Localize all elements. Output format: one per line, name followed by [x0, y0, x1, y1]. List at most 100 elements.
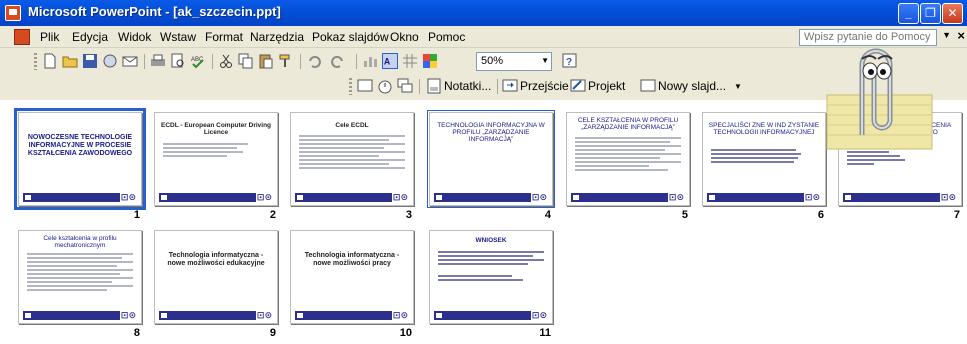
toolbar-grip[interactable]: [34, 53, 37, 70]
toolbar-separator: [419, 79, 420, 94]
slide-number: 4: [544, 209, 551, 221]
slide-number: 9: [269, 327, 276, 339]
cut-icon[interactable]: [218, 53, 234, 69]
slide-number: 8: [133, 327, 140, 339]
chevron-down-icon[interactable]: ▼: [541, 56, 549, 65]
title-bar[interactable]: Microsoft PowerPoint - [ak_szczecin.ppt]…: [0, 0, 967, 26]
document-icon[interactable]: [14, 29, 30, 45]
new-slide-button[interactable]: Nowy slajd...: [658, 79, 726, 93]
notes-icon[interactable]: [426, 78, 442, 94]
document-close-icon[interactable]: ×: [957, 28, 965, 43]
grid-icon[interactable]: [402, 53, 418, 69]
print-icon[interactable]: [150, 53, 166, 69]
design-button[interactable]: Projekt: [588, 79, 625, 93]
menu-okno[interactable]: Okno: [390, 30, 419, 44]
slide-nav-icon: ⊡⊙: [667, 192, 685, 203]
slide-preview[interactable]: SPECJALIŚCI ZNE W IND ZYSTANIE TECHNOLOG…: [702, 112, 826, 206]
slide-nav-icon: ⊡⊙: [803, 192, 821, 203]
summary-slide-icon[interactable]: [397, 78, 413, 94]
slide-preview[interactable]: CELE KSZTAŁCENIA W PROFILU „ZARZĄDZANIE …: [566, 112, 690, 206]
menu-narzedzia[interactable]: Narzędzia: [250, 30, 304, 44]
slide-number: 5: [681, 209, 688, 221]
rehearse-timings-icon[interactable]: [377, 78, 393, 94]
redo-icon[interactable]: [330, 53, 346, 69]
slide-title: Technologia informatyczna - nowe możliwo…: [167, 252, 265, 267]
notes-button[interactable]: Notatki...: [444, 79, 491, 93]
menu-pomoc[interactable]: Pomoc: [428, 30, 465, 44]
slide-number: 6: [817, 209, 824, 221]
slide-number: 7: [953, 209, 960, 221]
slide-preview[interactable]: TECHNOLOGIA INFORMACYJNA W PROFILU „ZARZ…: [427, 110, 555, 208]
slide-preview[interactable]: Cele ECDL ⊡⊙: [290, 112, 414, 206]
slide-preview[interactable]: NOWOCZESNE TECHNOLOGIE INFORMACYJNE W PR…: [14, 108, 146, 210]
slide-body: [438, 249, 544, 283]
format-painter-icon[interactable]: [278, 53, 294, 69]
maximize-button[interactable]: ❐: [920, 3, 941, 24]
slide-body: [575, 135, 681, 173]
slide-preview[interactable]: Technologia informatyczna - nowe możliwo…: [154, 230, 278, 324]
slide-nav-icon: ⊡⊙: [119, 310, 137, 321]
help-icon[interactable]: ?: [562, 53, 578, 69]
menu-format[interactable]: Format: [205, 30, 243, 44]
slide-title: Technologia informatyczna - nowe możliwo…: [304, 252, 400, 267]
chart-icon[interactable]: [362, 53, 378, 69]
slide-title: WNIOSEK: [475, 237, 507, 244]
zoom-value: 50%: [481, 55, 504, 67]
toolbar-separator: [144, 54, 145, 69]
new-slide-icon[interactable]: [640, 78, 656, 94]
slide-nav-icon: ⊡⊙: [255, 310, 273, 321]
slide-body: [163, 141, 269, 159]
transition-button[interactable]: Przejście: [520, 79, 569, 93]
spelling-icon[interactable]: ABC: [190, 53, 206, 69]
powerpoint-window: Microsoft PowerPoint - [ak_szczecin.ppt]…: [0, 0, 967, 344]
toolbar-options-icon[interactable]: ▼: [734, 82, 742, 91]
slide-preview[interactable]: Technologia informatyczna - nowe możliwo…: [290, 230, 414, 324]
menu-edycja[interactable]: Edycja: [72, 30, 108, 44]
menu-widok[interactable]: Widok: [118, 30, 151, 44]
email-icon[interactable]: [122, 53, 138, 69]
copy-icon[interactable]: [238, 53, 254, 69]
powerpoint-app-icon[interactable]: [5, 5, 21, 21]
slide-nav-icon: ⊡⊙: [119, 192, 137, 203]
slide-nav-icon: ⊡⊙: [939, 192, 957, 203]
slide-number: 3: [405, 209, 412, 221]
slide-nav-icon: ⊡⊙: [530, 310, 548, 321]
color-grayscale-icon[interactable]: [422, 53, 438, 69]
toolbar-separator: [212, 54, 213, 69]
office-assistant-clippy[interactable]: [822, 35, 937, 151]
slide-number: 11: [539, 327, 551, 339]
close-button[interactable]: ✕: [942, 3, 963, 24]
slide-title: ECDL - European Computer Driving Licence: [160, 122, 272, 136]
slide-nav-icon: ⊡⊙: [530, 192, 548, 203]
formatting-toggle-icon[interactable]: A: [382, 53, 398, 69]
save-icon[interactable]: [82, 53, 98, 69]
slide-body: [847, 149, 953, 167]
menu-plik[interactable]: Plik: [40, 30, 59, 44]
design-icon[interactable]: [570, 78, 586, 94]
slide-number: 10: [399, 327, 412, 339]
slide-title: TECHNOLOGIA INFORMACYJNA W PROFILU „ZARZ…: [437, 122, 545, 143]
new-document-icon[interactable]: [42, 53, 58, 69]
paste-icon[interactable]: [258, 53, 274, 69]
slide-body: [27, 251, 133, 293]
hide-slide-icon[interactable]: [357, 78, 373, 94]
undo-icon[interactable]: [306, 53, 322, 69]
slide-body: [711, 147, 817, 165]
zoom-select[interactable]: 50% ▼: [476, 52, 552, 71]
minimize-button[interactable]: _: [898, 3, 919, 24]
help-dropdown-icon[interactable]: ▼: [942, 30, 951, 40]
toolbar-grip[interactable]: [349, 78, 352, 95]
menu-pokaz-slajdow[interactable]: Pokaz slajdów: [312, 30, 389, 44]
transition-icon[interactable]: [502, 78, 518, 94]
permission-icon[interactable]: [102, 53, 118, 69]
slide-title: NOWOCZESNE TECHNOLOGIE INFORMACYJNE W PR…: [27, 134, 133, 157]
toolbar-separator: [300, 54, 301, 69]
menu-wstaw[interactable]: Wstaw: [160, 30, 196, 44]
print-preview-icon[interactable]: [170, 53, 186, 69]
toolbar-separator: [497, 79, 498, 94]
open-folder-icon[interactable]: [62, 53, 78, 69]
slide-preview[interactable]: WNIOSEK ⊡⊙: [429, 230, 553, 324]
slide-preview[interactable]: Cele kształcenia w profilu mechatroniczn…: [18, 230, 142, 324]
slide-nav-icon: ⊡⊙: [391, 192, 409, 203]
slide-preview[interactable]: ECDL - European Computer Driving Licence…: [154, 112, 278, 206]
